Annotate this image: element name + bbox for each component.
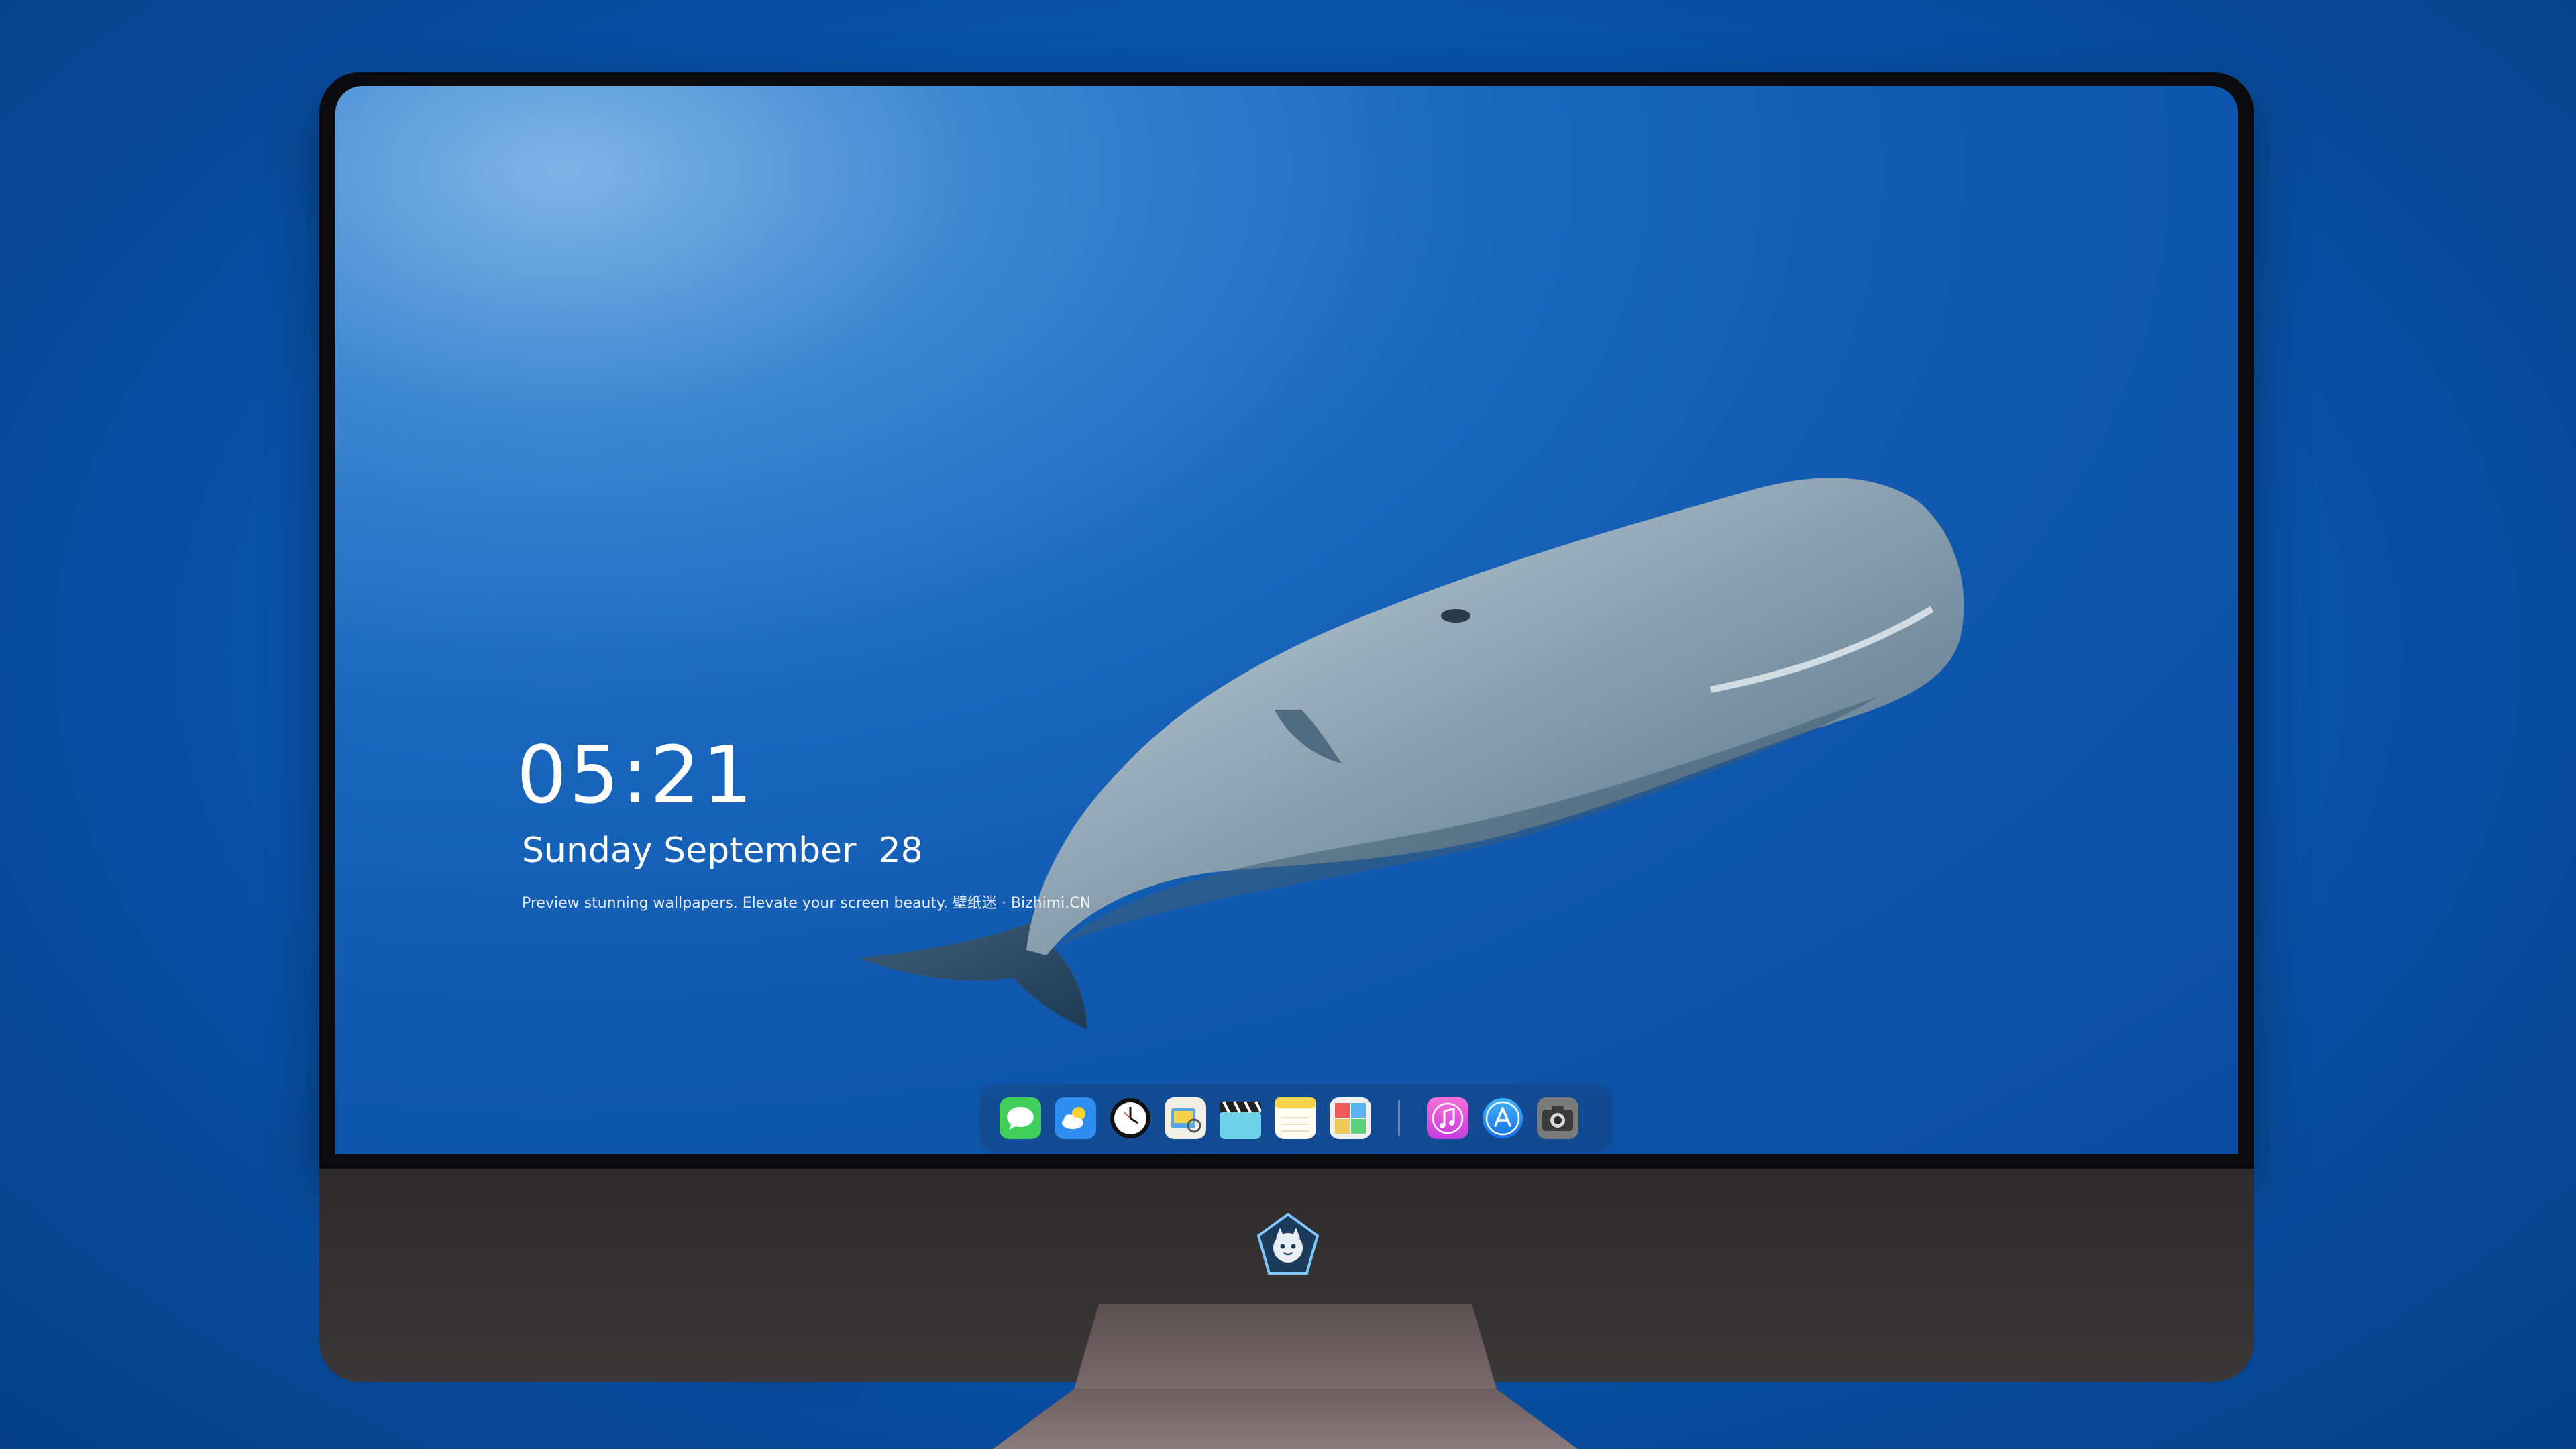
weather-icon[interactable] bbox=[1055, 1097, 1096, 1139]
clapperboard-icon[interactable] bbox=[1220, 1097, 1261, 1139]
whale-wallpaper bbox=[859, 478, 1964, 1029]
preview-icon[interactable] bbox=[1165, 1097, 1206, 1139]
music-icon[interactable] bbox=[1427, 1097, 1468, 1139]
monitor-bezel: 05:21 Sunday September 28 Preview stunni… bbox=[319, 72, 2254, 1173]
stand-neck bbox=[1073, 1304, 1497, 1391]
messages-icon[interactable] bbox=[1000, 1097, 1041, 1139]
clock-icon[interactable] bbox=[1110, 1097, 1151, 1139]
dock bbox=[979, 1084, 1613, 1152]
dock-separator bbox=[1398, 1100, 1400, 1136]
stand-base bbox=[993, 1389, 1578, 1449]
notes-icon[interactable] bbox=[1275, 1097, 1316, 1139]
app-store-icon[interactable] bbox=[1482, 1097, 1523, 1139]
lockscreen-time: 05:21 bbox=[517, 729, 755, 821]
photo-booth-icon[interactable] bbox=[1330, 1097, 1371, 1139]
lockscreen-date: Sunday September 28 bbox=[522, 830, 923, 871]
brand-logo-icon bbox=[1256, 1212, 1320, 1275]
camera-icon[interactable] bbox=[1537, 1097, 1578, 1139]
screen: 05:21 Sunday September 28 Preview stunni… bbox=[335, 86, 2238, 1154]
lockscreen-tagline: Preview stunning wallpapers. Elevate you… bbox=[522, 895, 1091, 912]
monitor: 05:21 Sunday September 28 Preview stunni… bbox=[319, 72, 2254, 1382]
